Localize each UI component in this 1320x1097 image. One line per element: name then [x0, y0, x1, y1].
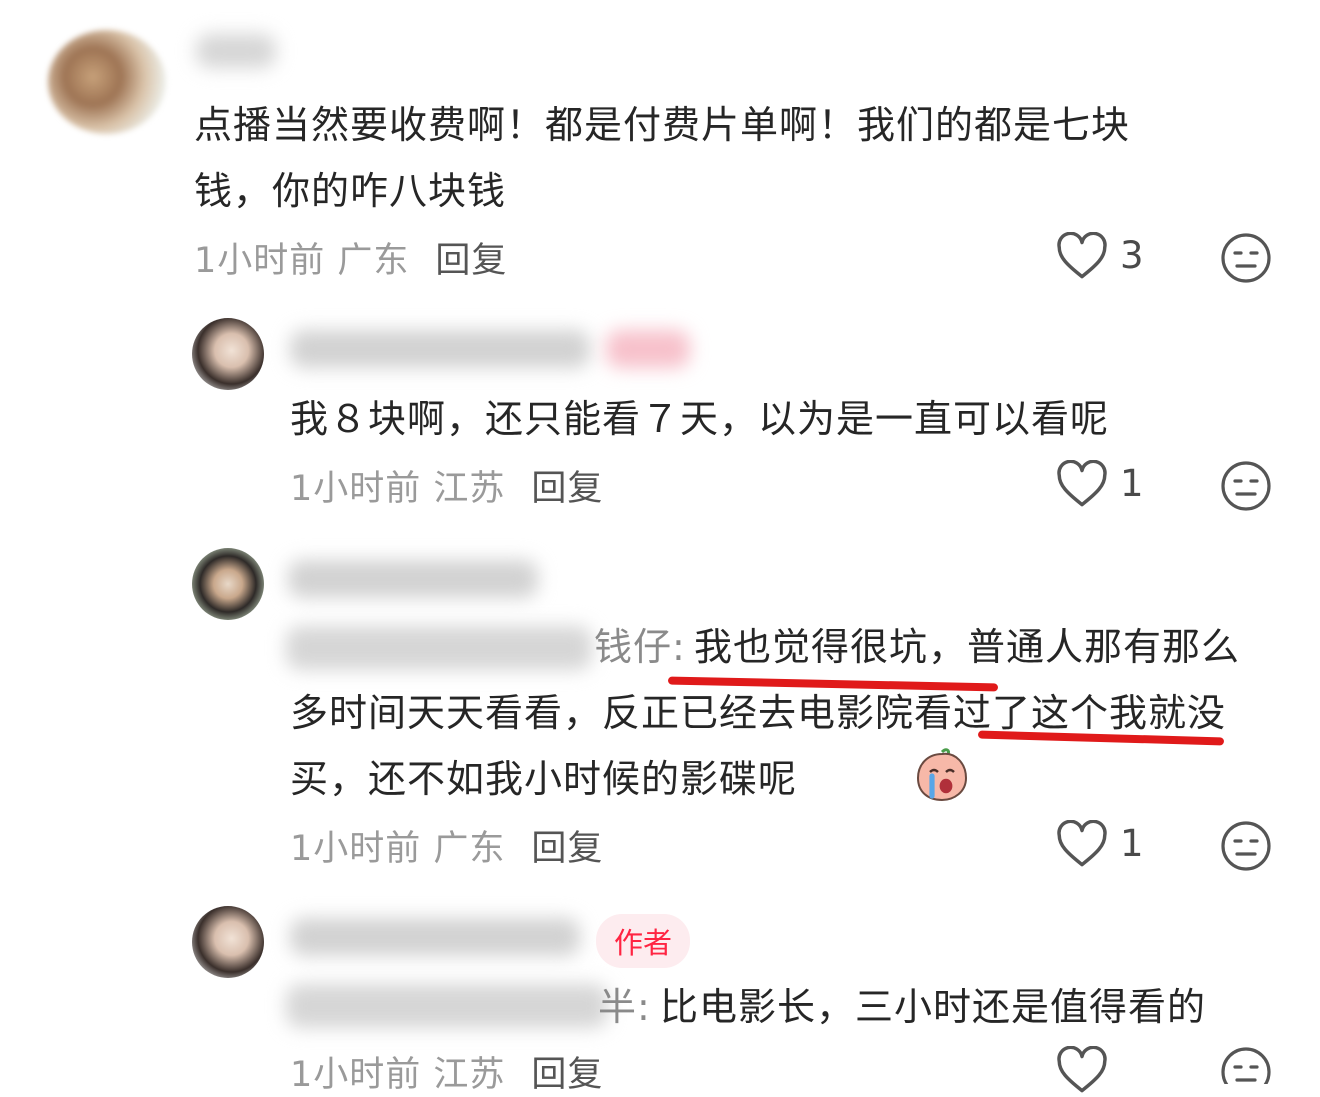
- reply-button[interactable]: 回复: [531, 469, 603, 509]
- username-blurred[interactable]: [196, 34, 276, 68]
- time-location: 1小时前 江苏: [290, 469, 506, 509]
- comment-text: 我８块啊，还只能看７天，以为是一直可以看呢: [290, 397, 1110, 441]
- dislike-button[interactable]: [1220, 460, 1272, 512]
- username-blurred[interactable]: [290, 918, 580, 956]
- neutral-face-icon: [1221, 461, 1271, 511]
- comment-text: 点播当然要收费啊！都是付费片单啊！我们的都是七块钱，你的咋八块钱: [194, 103, 1131, 213]
- comment-text: 我也觉得很坑，普通人那有那么多时间天天看看，反正已经去电影院看过了这个我就没买，…: [290, 625, 1241, 801]
- time-location: 1小时前 广东: [290, 829, 506, 869]
- reply-button[interactable]: 回复: [531, 1055, 603, 1095]
- like-button[interactable]: 1: [1056, 460, 1156, 510]
- avatar[interactable]: [192, 906, 264, 978]
- dislike-button[interactable]: [1220, 820, 1272, 872]
- like-count: 3: [1120, 234, 1144, 277]
- heart-outline-icon: [1057, 460, 1107, 507]
- like-button[interactable]: [1056, 1046, 1116, 1093]
- time-location: 1小时前 江苏: [290, 1055, 506, 1095]
- reply-target-blurred: [286, 984, 608, 1028]
- heart-outline-icon: [1057, 232, 1107, 279]
- neutral-face-icon: [1221, 821, 1271, 871]
- dislike-button[interactable]: [1220, 232, 1272, 284]
- badge-blurred: [606, 330, 690, 368]
- like-count: 1: [1120, 462, 1144, 505]
- reply-button[interactable]: 回复: [531, 829, 603, 869]
- comment-meta: 1小时前 江苏 回复: [290, 1046, 603, 1097]
- comment-meta: 1小时前 广东 回复: [290, 820, 603, 871]
- reply-button[interactable]: 回复: [435, 241, 507, 281]
- heart-outline-icon: [1057, 820, 1107, 867]
- neutral-face-icon: [1221, 1047, 1271, 1084]
- crying-emoji: [914, 748, 970, 802]
- neutral-face-icon: [1221, 233, 1271, 283]
- comment-meta: 1小时前 江苏 回复: [290, 460, 603, 511]
- avatar[interactable]: [48, 30, 166, 134]
- username-blurred[interactable]: [288, 560, 538, 598]
- like-button[interactable]: 1: [1056, 820, 1156, 870]
- comment-meta: 1小时前 广东 回复: [194, 232, 507, 283]
- reply-prefix: 半:: [598, 985, 651, 1029]
- heart-outline-icon: [1057, 1046, 1107, 1093]
- username-blurred[interactable]: [290, 330, 590, 368]
- author-tag: 作者: [596, 914, 691, 968]
- like-button[interactable]: 3: [1056, 232, 1156, 282]
- like-count: 1: [1120, 822, 1144, 865]
- dislike-button[interactable]: [1220, 1046, 1272, 1084]
- avatar[interactable]: [192, 548, 264, 620]
- comment-text: 比电影长，三小时还是值得看的: [660, 985, 1207, 1029]
- avatar[interactable]: [192, 318, 264, 390]
- time-location: 1小时前 广东: [194, 241, 410, 281]
